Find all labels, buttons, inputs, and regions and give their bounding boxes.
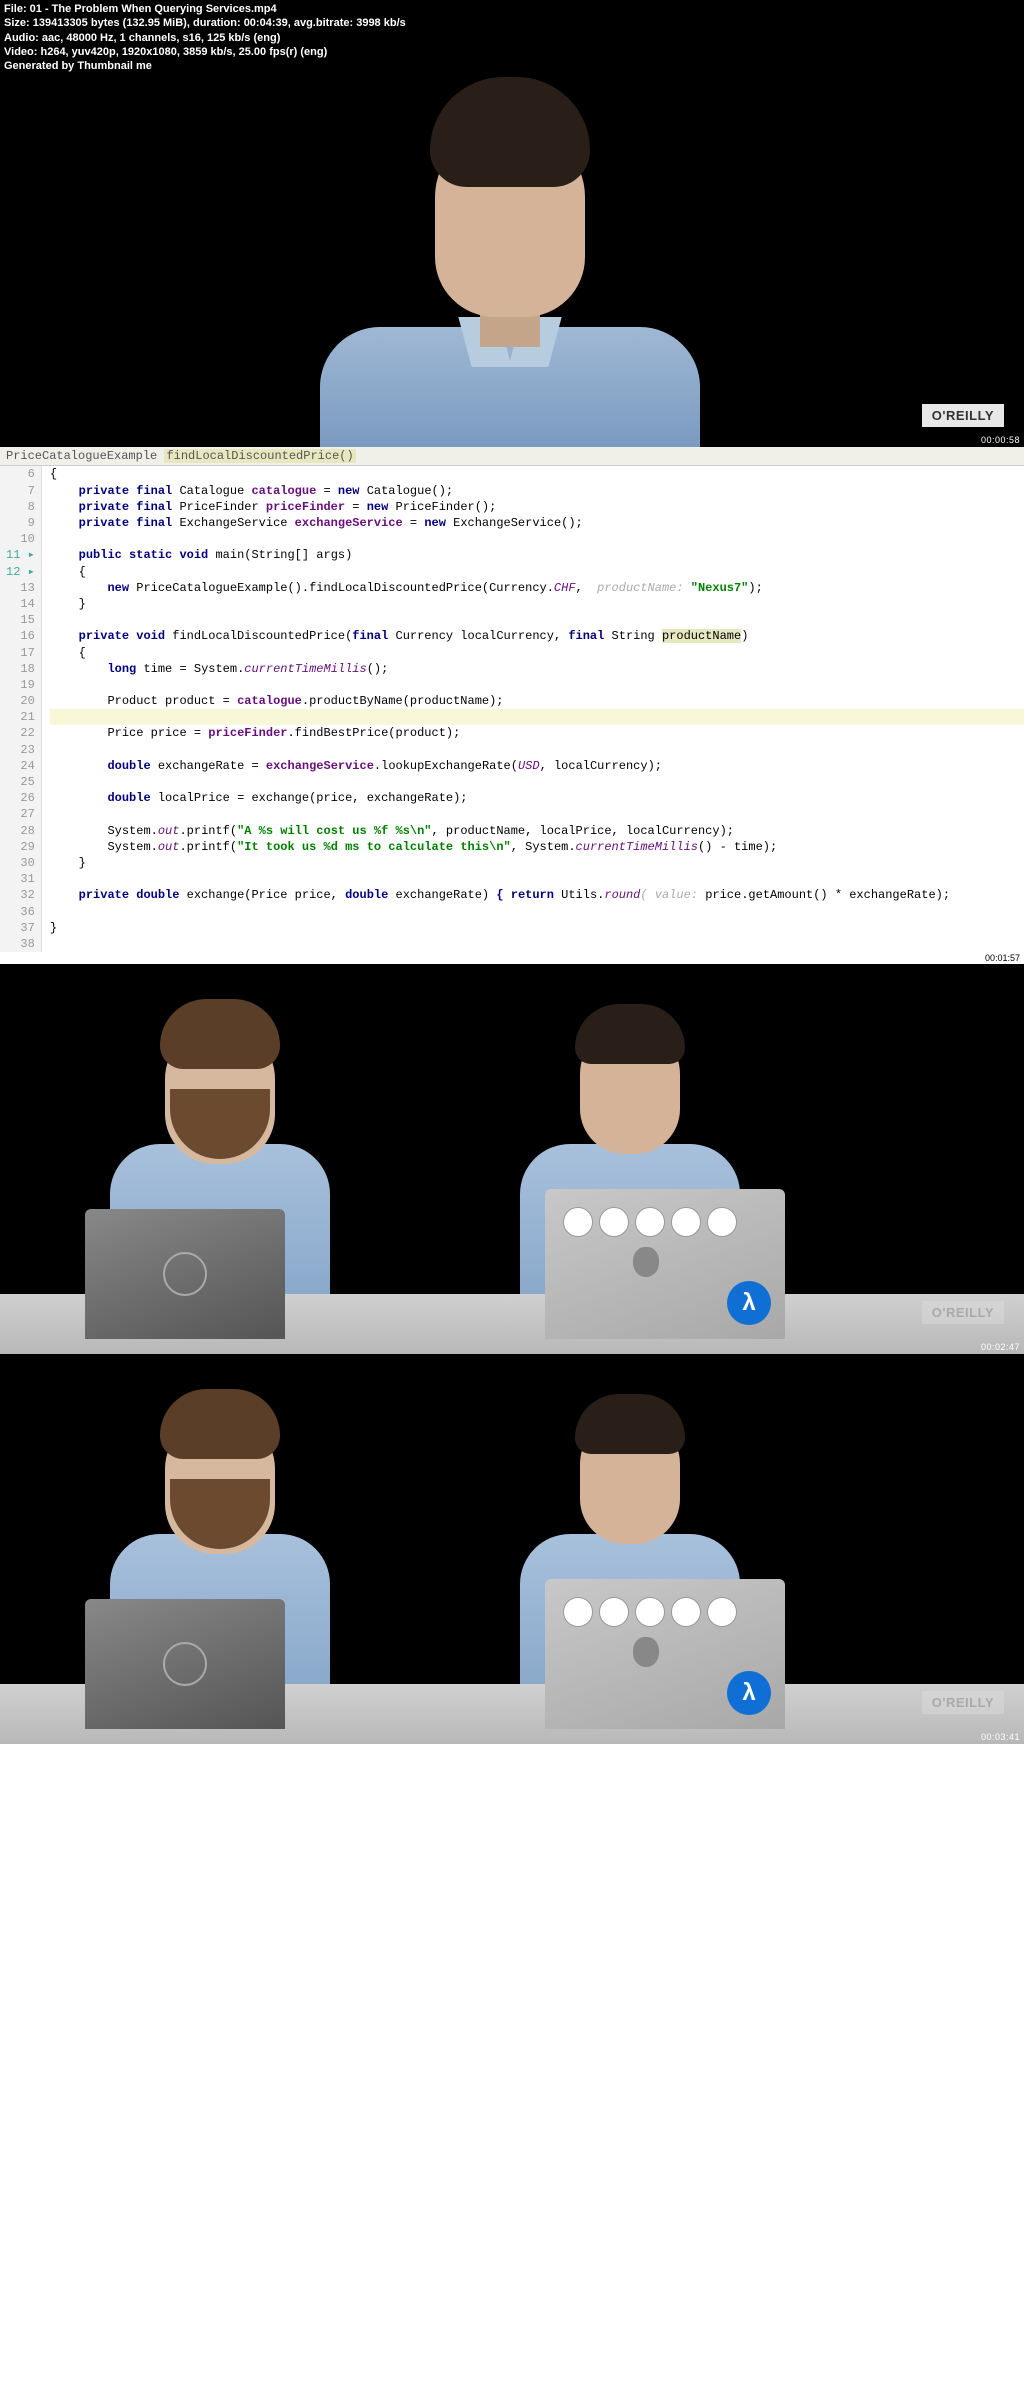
duration: 00:04:39 <box>244 17 288 29</box>
oreilly-badge: O'REILLY <box>922 1691 1004 1714</box>
sticker-icon <box>707 1597 737 1627</box>
breadcrumb-class: PriceCatalogueExample <box>6 449 157 463</box>
sticker-icon <box>599 1597 629 1627</box>
sticker-icon <box>563 1207 593 1237</box>
thumbnail-frame-3: λ O'REILLY 00:02:47 <box>0 964 1024 1354</box>
generated-by: Generated by Thumbnail me <box>4 60 152 72</box>
laptop-dell <box>85 1599 285 1729</box>
timestamp-4: 00:03:41 <box>981 1732 1020 1742</box>
ide-code-panel: PriceCatalogueExample findLocalDiscounte… <box>0 447 1024 964</box>
size-mib: (132.95 MiB) <box>123 17 187 29</box>
sticker-icon <box>635 1597 665 1627</box>
laptop-dell <box>85 1209 285 1339</box>
file-label: File: <box>4 3 30 15</box>
cursor-line <box>50 709 1024 725</box>
video-label: Video: <box>4 46 40 58</box>
avg-bitrate: 3998 kb/s <box>356 17 406 29</box>
file-name: 01 - The Problem When Querying Services.… <box>30 3 277 15</box>
line-gutter: 678910 11 ▸12 ▸131415 1617181920 2122232… <box>0 466 42 952</box>
breadcrumb-method: findLocalDiscountedPrice() <box>164 449 355 463</box>
sticker-icon <box>635 1207 665 1237</box>
timestamp-2: 00:01:57 <box>0 952 1024 964</box>
thumbnail-frame-1: O'REILLY 00:00:58 <box>0 75 1024 447</box>
lambda-sticker-icon: λ <box>727 1281 771 1325</box>
sticker-icon <box>563 1597 593 1627</box>
file-metadata: File: 01 - The Problem When Querying Ser… <box>0 0 1024 75</box>
apple-logo-icon <box>633 1247 659 1277</box>
oreilly-badge: O'REILLY <box>922 404 1004 427</box>
laptop-macbook: λ <box>545 1189 785 1339</box>
sticker-icon <box>599 1207 629 1237</box>
laptop-macbook: λ <box>545 1579 785 1729</box>
video-info: h264, yuv420p, 1920x1080, 3859 kb/s, 25.… <box>40 46 327 58</box>
code-content[interactable]: { private final Catalogue catalogue = ne… <box>42 466 1024 952</box>
size-bytes: 139413305 <box>33 17 88 29</box>
timestamp-3: 00:02:47 <box>981 1342 1020 1352</box>
sticker-icon <box>671 1207 701 1237</box>
size-label: Size: <box>4 17 33 29</box>
lambda-sticker-icon: λ <box>727 1671 771 1715</box>
presenter-figure <box>350 115 670 447</box>
timestamp-1: 00:00:58 <box>981 435 1020 445</box>
code-editor[interactable]: 678910 11 ▸12 ▸131415 1617181920 2122232… <box>0 466 1024 952</box>
sticker-icon <box>707 1207 737 1237</box>
apple-logo-icon <box>633 1637 659 1667</box>
audio-label: Audio: <box>4 32 42 44</box>
audio-info: aac, 48000 Hz, 1 channels, s16, 125 kb/s… <box>42 32 280 44</box>
thumbnail-frame-4: λ O'REILLY 00:03:41 <box>0 1354 1024 1744</box>
sticker-icon <box>671 1597 701 1627</box>
code-breadcrumb: PriceCatalogueExample findLocalDiscounte… <box>0 447 1024 466</box>
oreilly-badge: O'REILLY <box>922 1301 1004 1324</box>
